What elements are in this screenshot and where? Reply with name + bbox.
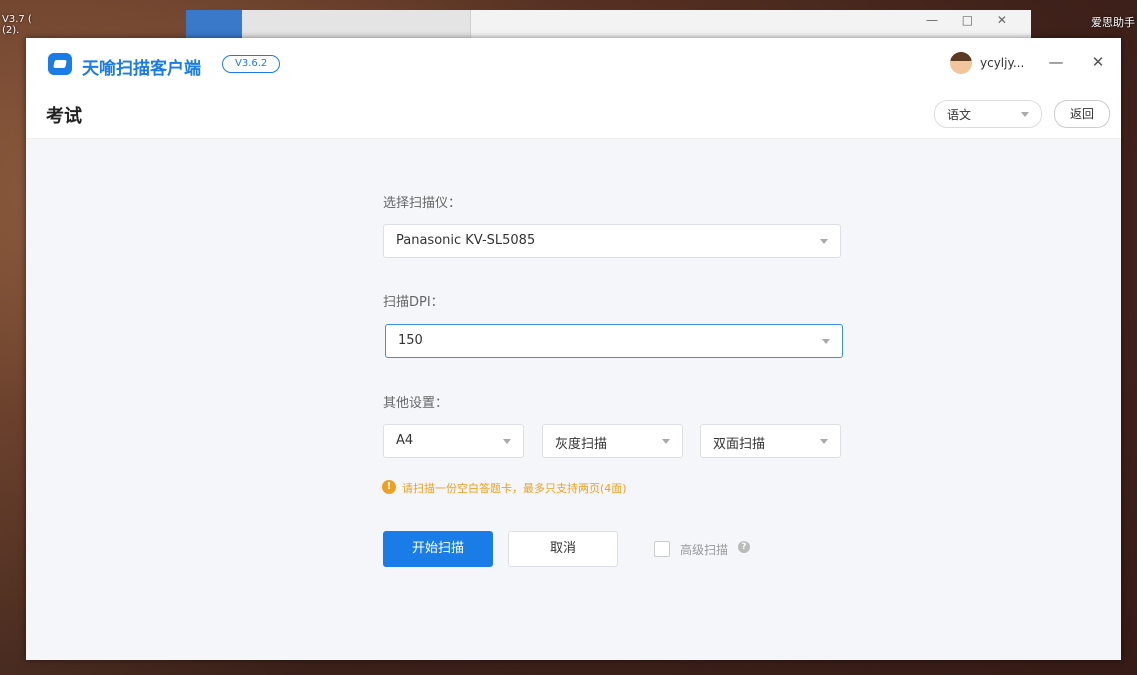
advanced-scan-checkbox[interactable]	[654, 541, 670, 557]
desktop-icon-label: V3.7 ( (2).	[2, 14, 32, 36]
paper-size-value: A4	[396, 433, 414, 448]
subject-select-value: 语文	[947, 108, 972, 122]
chevron-down-icon	[820, 239, 828, 244]
paper-size-select[interactable]: A4	[383, 424, 524, 458]
titlebar: 天喻扫描客户端 V3.6.2 ycyljy... — ✕	[26, 38, 1121, 90]
app-logo-icon	[48, 53, 72, 75]
scanner-label: 选择扫描仪：	[383, 196, 462, 211]
dpi-select[interactable]: 150	[385, 324, 843, 358]
desktop-icon-label-right: 爱思助手	[1091, 16, 1135, 29]
minimize-button[interactable]: —	[1046, 52, 1066, 72]
chevron-down-icon	[662, 439, 670, 444]
scan-settings-panel: 选择扫描仪： Panasonic KV-SL5085 扫描DPI： 150 其他…	[26, 139, 1121, 660]
chevron-down-icon	[822, 339, 830, 344]
duplex-mode-select[interactable]: 双面扫描	[700, 424, 841, 458]
background-tab	[242, 10, 471, 38]
scan-hint: 请扫描一份空白答题卡，最多只支持两页(4面)	[402, 482, 627, 495]
page-header: 考试 语文 返回	[26, 90, 1121, 139]
other-settings-label: 其他设置：	[383, 396, 449, 411]
color-mode-value: 灰度扫描	[555, 437, 608, 452]
scanner-select[interactable]: Panasonic KV-SL5085	[383, 224, 841, 258]
background-window-controls: — □ ✕	[925, 13, 1017, 27]
help-icon[interactable]: ?	[738, 541, 750, 553]
color-mode-select[interactable]: 灰度扫描	[542, 424, 683, 458]
avatar[interactable]	[950, 52, 972, 74]
app-name: 天喻扫描客户端	[82, 59, 201, 79]
subject-select[interactable]: 语文	[934, 100, 1042, 128]
warning-icon: !	[382, 480, 396, 494]
page-title: 考试	[46, 106, 82, 127]
cancel-button[interactable]: 取消	[508, 531, 618, 567]
chevron-down-icon	[820, 439, 828, 444]
scanner-select-value: Panasonic KV-SL5085	[396, 233, 536, 248]
advanced-scan-label[interactable]: 高级扫描	[680, 541, 728, 558]
start-scan-button[interactable]: 开始扫描	[383, 531, 493, 567]
scan-client-window: 天喻扫描客户端 V3.6.2 ycyljy... — ✕ 考试 语文 返回 选择…	[26, 38, 1121, 660]
chevron-down-icon	[503, 439, 511, 444]
dpi-select-value: 150	[398, 333, 423, 348]
close-button[interactable]: ✕	[1088, 52, 1108, 72]
dpi-label: 扫描DPI：	[383, 295, 444, 310]
background-window: — □ ✕	[186, 10, 1031, 39]
chevron-down-icon	[1021, 112, 1029, 117]
username[interactable]: ycyljy...	[980, 56, 1024, 70]
background-tab-active	[186, 10, 242, 38]
back-button[interactable]: 返回	[1054, 100, 1110, 128]
version-badge: V3.6.2	[222, 55, 281, 73]
duplex-mode-value: 双面扫描	[713, 437, 766, 452]
